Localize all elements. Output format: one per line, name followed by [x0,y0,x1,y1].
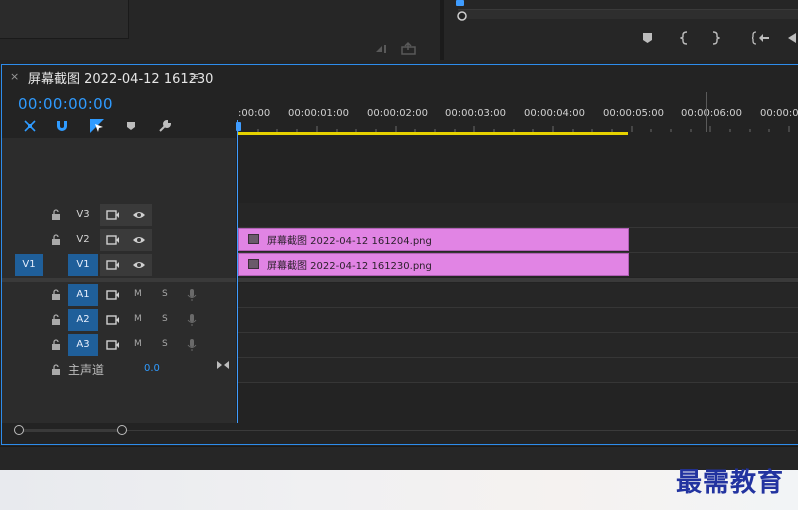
watermark-logo: 最需教育 [676,468,785,498]
track-lane-a3[interactable] [238,333,798,357]
insert-icon[interactable] [374,42,392,54]
track-header-master: 主声道 0.0 [2,358,236,382]
zoom-scrollbar-track[interactable] [126,430,796,431]
time-ruler[interactable]: :00:00 00:00:01:00 00:00:02:00 00:00:03:… [238,100,798,136]
mark-out-icon[interactable] [710,31,720,45]
master-track-label: 主声道 [68,363,105,377]
lock-icon[interactable] [51,209,61,221]
master-volume-value[interactable]: 0.0 [144,363,160,374]
solo-button[interactable]: S [162,339,168,349]
sync-lock-icon[interactable] [106,289,120,301]
step-back-icon[interactable] [786,32,798,44]
mute-button[interactable]: M [134,314,142,324]
ruler-ticks [238,126,790,132]
track-lane-v3[interactable] [238,203,798,227]
image-clip-icon [248,259,259,269]
clip-label: 屏幕截图 2022-04-12 161230.png [267,261,432,272]
empty-lane-area [238,138,798,202]
track-lane-master[interactable] [238,358,798,382]
header-divider [2,278,236,282]
zoom-handle-left[interactable] [14,425,24,435]
lock-icon[interactable] [51,289,61,301]
eye-icon[interactable] [132,260,146,270]
microphone-icon[interactable] [187,338,197,352]
mute-button[interactable]: M [134,339,142,349]
playhead-handle[interactable] [236,122,241,131]
microphone-icon[interactable] [187,288,197,302]
go-to-in-icon[interactable] [752,31,770,45]
clip-v1[interactable]: 屏幕截图 2022-04-12 161230.png [238,253,629,276]
track-separator [238,357,798,358]
nest-sequence-icon[interactable] [22,119,38,133]
video-audio-divider[interactable] [238,278,798,282]
lock-icon[interactable] [51,234,61,246]
ruler-tick-label: 00:00:05:00 [603,108,665,119]
track-target-a3[interactable]: A3 [68,334,98,356]
image-clip-icon [248,234,259,244]
add-marker-icon[interactable] [126,121,136,131]
wrench-icon[interactable] [158,119,172,133]
work-area-bar[interactable] [238,132,628,135]
track-target-v1[interactable]: V1 [68,254,98,276]
eye-icon[interactable] [132,235,146,245]
panel-subarea [0,0,129,39]
track-header-v2: V2 [2,228,236,252]
microphone-icon[interactable] [187,313,197,327]
tab-close-button[interactable]: × [10,70,19,83]
hover-cursor-line [706,92,707,132]
playhead-line[interactable] [237,120,238,423]
go-to-end-icon[interactable] [216,359,230,371]
playhead-timecode[interactable]: 00:00:00:00 [18,95,113,113]
panel-menu-button[interactable]: ≡ [190,70,199,83]
clip-v2[interactable]: 屏幕截图 2022-04-12 161204.png [238,228,629,251]
snap-icon[interactable] [55,119,69,133]
ruler-tick-label: 00:00:06:00 [681,108,743,119]
clip-label: 屏幕截图 2022-04-12 161204.png [267,236,432,247]
solo-button[interactable]: S [162,314,168,324]
monitor-scrub-bar[interactable] [458,9,798,19]
track-header-v1: V1 V1 [2,253,236,277]
solo-button[interactable]: S [162,289,168,299]
track-separator [238,332,798,333]
ruler-tick-label: 00:00:04:00 [524,108,586,119]
ruler-tick-label: 00:00:02:00 [367,108,429,119]
track-target-v3[interactable]: V3 [68,204,98,226]
track-separator [238,307,798,308]
eye-icon[interactable] [132,210,146,220]
track-target-v2[interactable]: V2 [68,229,98,251]
sync-lock-icon[interactable] [106,234,120,246]
monitor-scrub-knob[interactable] [456,10,468,22]
track-lane-a1[interactable] [238,283,798,307]
monitor-playhead-icon [455,0,465,8]
export-frame-icon[interactable] [401,41,417,55]
sync-lock-icon[interactable] [106,314,120,326]
track-header-a2: A2 M S [2,308,236,332]
linked-selection-icon[interactable] [89,118,105,134]
lock-icon[interactable] [51,339,61,351]
sync-lock-icon[interactable] [106,209,120,221]
ruler-tick-label: :00:00 [238,108,271,119]
source-patch-v1[interactable]: V1 [15,254,43,276]
track-target-a2[interactable]: A2 [68,309,98,331]
ruler-tick-label: 00:00:01:00 [288,108,350,119]
ruler-tick-label: 00:00:03:00 [445,108,507,119]
sequence-tab-title[interactable]: 屏幕截图 2022-04-12 161230 [28,68,213,87]
zoom-handle-right[interactable] [117,425,127,435]
track-header-a1: A1 M S [2,283,236,307]
mute-button[interactable]: M [134,289,142,299]
track-header-a3: A3 M S [2,333,236,357]
track-lane-a2[interactable] [238,308,798,332]
track-header-v3: V3 [2,203,236,227]
sync-lock-icon[interactable] [106,259,120,271]
track-separator [238,382,798,383]
add-marker-icon[interactable] [642,32,654,44]
ruler-tick-label: 00:00:07 [760,108,798,119]
mark-in-icon[interactable] [680,31,690,45]
track-target-a1[interactable]: A1 [68,284,98,306]
lock-icon[interactable] [51,314,61,326]
sync-lock-icon[interactable] [106,339,120,351]
zoom-scrollbar-thumb[interactable] [22,429,120,432]
lock-icon[interactable] [51,364,61,376]
